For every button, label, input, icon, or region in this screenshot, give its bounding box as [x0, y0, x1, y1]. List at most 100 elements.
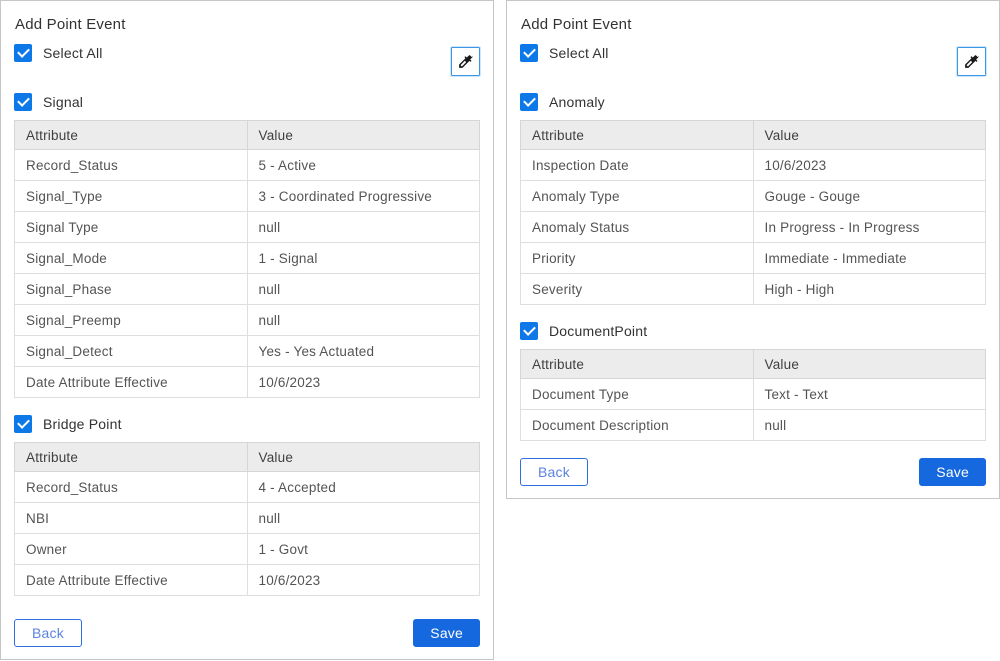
table-cell: Anomaly Type	[521, 181, 754, 212]
table-cell: null	[247, 305, 480, 336]
table-row: Anomaly TypeGouge - Gouge	[521, 181, 986, 212]
eyedropper-button[interactable]	[451, 47, 480, 76]
column-header: Attribute	[521, 121, 754, 150]
table-cell: Severity	[521, 274, 754, 305]
table-cell: null	[753, 410, 986, 441]
table-cell: Signal Type	[15, 212, 248, 243]
table-cell: 1 - Govt	[247, 534, 480, 565]
section-checkbox-row[interactable]: Signal	[14, 93, 480, 111]
select-all-checkbox-row[interactable]: Select All	[520, 44, 609, 62]
table-header-row: AttributeValue	[521, 350, 986, 379]
table-row: Signal_Mode1 - Signal	[15, 243, 480, 274]
table-row: Date Attribute Effective10/6/2023	[15, 565, 480, 596]
select-all-label: Select All	[549, 45, 609, 61]
table-cell: Inspection Date	[521, 150, 754, 181]
save-button[interactable]: Save	[413, 619, 480, 647]
back-button[interactable]: Back	[14, 619, 82, 647]
column-header: Value	[247, 121, 480, 150]
attribute-table: AttributeValueRecord_Status4 - AcceptedN…	[14, 442, 480, 596]
column-header: Attribute	[15, 121, 248, 150]
select-all-checkbox-row[interactable]: Select All	[14, 44, 103, 62]
footer-actions: Back Save	[520, 458, 986, 486]
table-row: Record_Status5 - Active	[15, 150, 480, 181]
table-cell: null	[247, 274, 480, 305]
table-row: Anomaly StatusIn Progress - In Progress	[521, 212, 986, 243]
section-signal: Signal AttributeValueRecord_Status5 - Ac…	[14, 93, 480, 398]
table-row: Signal_Type3 - Coordinated Progressive	[15, 181, 480, 212]
select-all-row: Select All	[520, 44, 986, 76]
table-header-row: AttributeValue	[521, 121, 986, 150]
section-label: Bridge Point	[43, 416, 122, 432]
table-row: Document Descriptionnull	[521, 410, 986, 441]
table-row: Signal_Preempnull	[15, 305, 480, 336]
table-row: NBInull	[15, 503, 480, 534]
column-header: Attribute	[521, 350, 754, 379]
table-cell: Signal_Type	[15, 181, 248, 212]
table-header-row: AttributeValue	[15, 443, 480, 472]
select-all-row: Select All	[14, 44, 480, 76]
table-cell: 5 - Active	[247, 150, 480, 181]
table-row: Inspection Date10/6/2023	[521, 150, 986, 181]
table-cell: Date Attribute Effective	[15, 565, 248, 596]
table-row: Signal_DetectYes - Yes Actuated	[15, 336, 480, 367]
table-row: Owner1 - Govt	[15, 534, 480, 565]
table-row: Document TypeText - Text	[521, 379, 986, 410]
table-cell: Gouge - Gouge	[753, 181, 986, 212]
table-cell: Text - Text	[753, 379, 986, 410]
table-cell: Signal_Mode	[15, 243, 248, 274]
table-row: Signal Typenull	[15, 212, 480, 243]
column-header: Value	[753, 121, 986, 150]
table-cell: null	[247, 503, 480, 534]
table-cell: 4 - Accepted	[247, 472, 480, 503]
column-header: Value	[247, 443, 480, 472]
section-label: Anomaly	[549, 94, 605, 110]
table-cell: null	[247, 212, 480, 243]
back-button[interactable]: Back	[520, 458, 588, 486]
attribute-table: AttributeValueDocument TypeText - TextDo…	[520, 349, 986, 441]
section-bridge-point: Bridge Point AttributeValueRecord_Status…	[14, 415, 480, 596]
save-button[interactable]: Save	[919, 458, 986, 486]
table-cell: Document Type	[521, 379, 754, 410]
table-cell: Immediate - Immediate	[753, 243, 986, 274]
table-cell: Owner	[15, 534, 248, 565]
section-anomaly: Anomaly AttributeValueInspection Date10/…	[520, 93, 986, 305]
section-checkbox[interactable]	[520, 93, 538, 111]
table-cell: Yes - Yes Actuated	[247, 336, 480, 367]
table-cell: 10/6/2023	[247, 565, 480, 596]
column-header: Value	[753, 350, 986, 379]
table-cell: 3 - Coordinated Progressive	[247, 181, 480, 212]
table-cell: High - High	[753, 274, 986, 305]
section-checkbox[interactable]	[520, 322, 538, 340]
section-checkbox-row[interactable]: Anomaly	[520, 93, 986, 111]
table-cell: Signal_Detect	[15, 336, 248, 367]
select-all-checkbox[interactable]	[520, 44, 538, 62]
eyedropper-icon	[963, 53, 980, 70]
section-checkbox-row[interactable]: DocumentPoint	[520, 322, 986, 340]
table-cell: Priority	[521, 243, 754, 274]
table-row: Signal_Phasenull	[15, 274, 480, 305]
column-header: Attribute	[15, 443, 248, 472]
add-point-event-panel-right: Add Point Event Select All Anomaly Attri…	[506, 0, 1000, 499]
add-point-event-panel-left: Add Point Event Select All Signal Attrib…	[0, 0, 494, 660]
table-cell: Signal_Phase	[15, 274, 248, 305]
section-label: Signal	[43, 94, 83, 110]
table-row: Record_Status4 - Accepted	[15, 472, 480, 503]
page-title: Add Point Event	[521, 16, 986, 33]
section-checkbox[interactable]	[14, 415, 32, 433]
section-label: DocumentPoint	[549, 323, 647, 339]
table-cell: Anomaly Status	[521, 212, 754, 243]
eyedropper-button[interactable]	[957, 47, 986, 76]
table-cell: Signal_Preemp	[15, 305, 248, 336]
attribute-table: AttributeValueRecord_Status5 - ActiveSig…	[14, 120, 480, 398]
section-checkbox[interactable]	[14, 93, 32, 111]
table-cell: 1 - Signal	[247, 243, 480, 274]
table-row: SeverityHigh - High	[521, 274, 986, 305]
section-checkbox-row[interactable]: Bridge Point	[14, 415, 480, 433]
attribute-table: AttributeValueInspection Date10/6/2023An…	[520, 120, 986, 305]
select-all-checkbox[interactable]	[14, 44, 32, 62]
table-cell: NBI	[15, 503, 248, 534]
table-row: PriorityImmediate - Immediate	[521, 243, 986, 274]
table-cell: Record_Status	[15, 150, 248, 181]
section-documentpoint: DocumentPoint AttributeValueDocument Typ…	[520, 322, 986, 441]
table-cell: 10/6/2023	[753, 150, 986, 181]
